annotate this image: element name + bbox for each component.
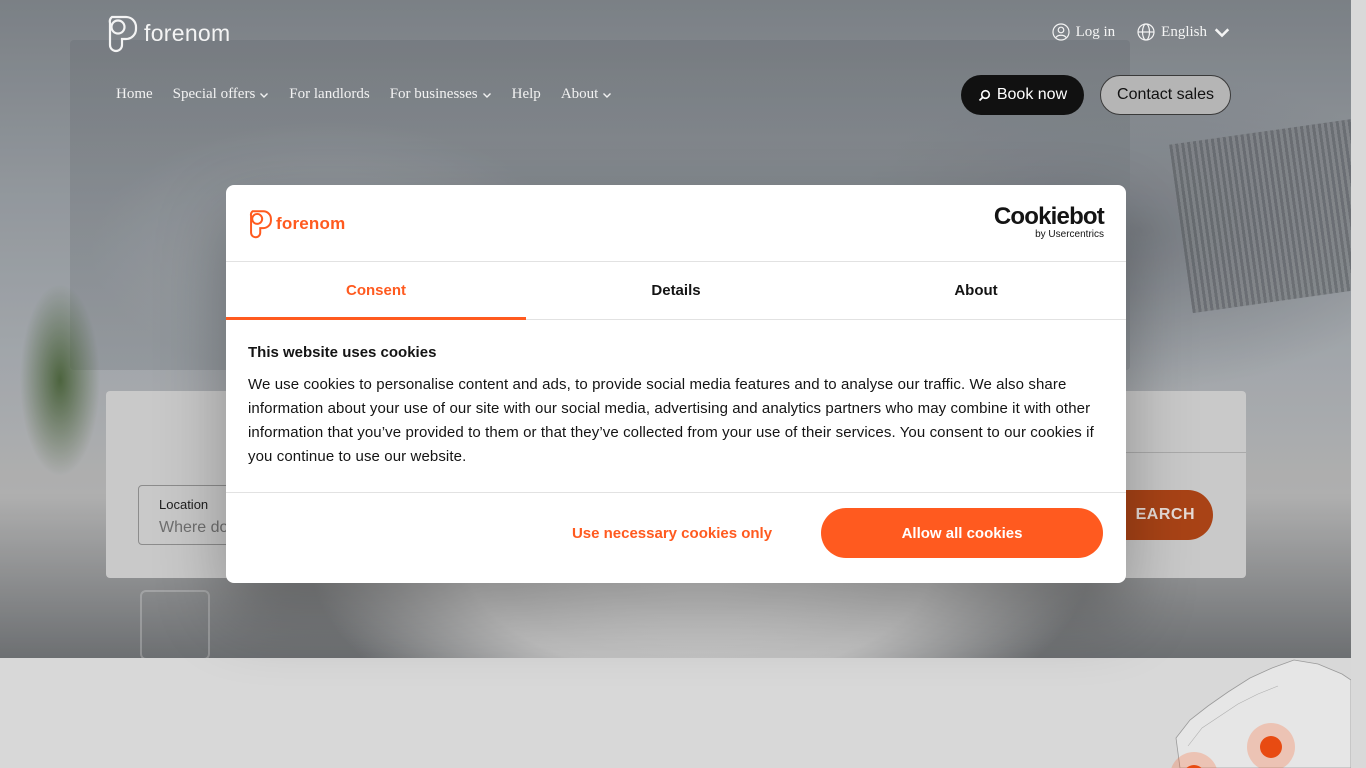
book-now-button[interactable]: Book now (961, 75, 1084, 115)
login-link[interactable]: Log in (1051, 23, 1116, 41)
dialog-header: forenom Cookiebot by Usercentrics (226, 185, 1126, 262)
nav-item-about[interactable]: About (561, 86, 613, 103)
cookiebot-name: Cookiebot (993, 203, 1105, 230)
search-icon (978, 89, 990, 101)
site-logo[interactable]: forenom (106, 13, 230, 53)
cookie-consent-dialog: forenom Cookiebot by Usercentrics Consen… (226, 185, 1126, 583)
nav-item-special-offers[interactable]: Special offers (173, 86, 270, 103)
allow-all-cookies-label: Allow all cookies (901, 524, 1023, 542)
user-icon (1051, 23, 1070, 41)
chevron-down-icon (482, 92, 491, 98)
language-label: English (1161, 23, 1207, 40)
tab-about[interactable]: About (826, 262, 1126, 319)
search-card-divider (1126, 452, 1246, 453)
allow-all-cookies-button[interactable]: Allow all cookies (821, 508, 1103, 558)
necessary-cookies-label: Use necessary cookies only (571, 524, 773, 542)
nav-item-for-businesses[interactable]: For businesses (390, 86, 492, 103)
tab-consent[interactable]: Consent (226, 262, 526, 320)
map-marker (1260, 736, 1282, 758)
contact-sales-label: Contact sales (1117, 86, 1214, 103)
nav-item-label: For businesses (389, 86, 478, 102)
book-now-label: Book now (996, 86, 1068, 103)
tab-label: Consent (346, 282, 406, 299)
nav-item-for-landlords[interactable]: For landlords (289, 86, 369, 103)
nav-item-label: For landlords (289, 86, 370, 102)
nav-item-label: Special offers (172, 86, 256, 102)
forenom-logo-icon (108, 15, 138, 53)
tab-label: Details (651, 282, 701, 299)
location-placeholder: Where do (159, 519, 229, 536)
dialog-footer: Use necessary cookies only Allow all coo… (226, 493, 1126, 582)
nav-item-label: Help (511, 86, 541, 102)
main-nav: Home Special offers For landlords For bu… (116, 86, 612, 103)
search-button-label: EARCH (1135, 506, 1195, 523)
header-utilities: Log in English (1051, 23, 1231, 41)
tab-details[interactable]: Details (526, 262, 826, 319)
map-graphic (1171, 659, 1351, 768)
nav-item-home[interactable]: Home (116, 86, 153, 103)
language-selector[interactable]: English (1137, 23, 1231, 41)
dialog-description: We use cookies to personalise content an… (248, 376, 1094, 465)
logo-wordmark: forenom (144, 19, 231, 46)
chevron-down-icon (260, 92, 269, 98)
dialog-tabs: Consent Details About (226, 262, 1126, 320)
dialog-brand-logo: forenom (248, 208, 345, 239)
nav-item-label: Home (116, 86, 153, 102)
nav-item-help[interactable]: Help (512, 86, 541, 103)
tab-label: About (954, 282, 998, 299)
forenom-logo-icon (249, 210, 272, 239)
globe-icon (1137, 23, 1155, 41)
contact-sales-button[interactable]: Contact sales (1100, 75, 1231, 115)
necessary-cookies-button[interactable]: Use necessary cookies only (563, 508, 781, 558)
page-scrollbar[interactable] (1351, 0, 1366, 768)
dialog-brand-wordmark: forenom (276, 213, 346, 233)
chevron-down-icon (1214, 28, 1230, 38)
login-label: Log in (1075, 23, 1116, 40)
nav-item-label: About (560, 86, 599, 102)
dialog-body: This website uses cookies We use cookies… (226, 320, 1126, 493)
cookiebot-logo[interactable]: Cookiebot by Usercentrics (993, 203, 1105, 241)
dialog-title: This website uses cookies (248, 344, 437, 361)
location-label: Location (159, 497, 209, 512)
cookiebot-sub: by Usercentrics (1035, 229, 1104, 240)
lower-section (0, 658, 1351, 768)
chevron-down-icon (603, 92, 612, 98)
